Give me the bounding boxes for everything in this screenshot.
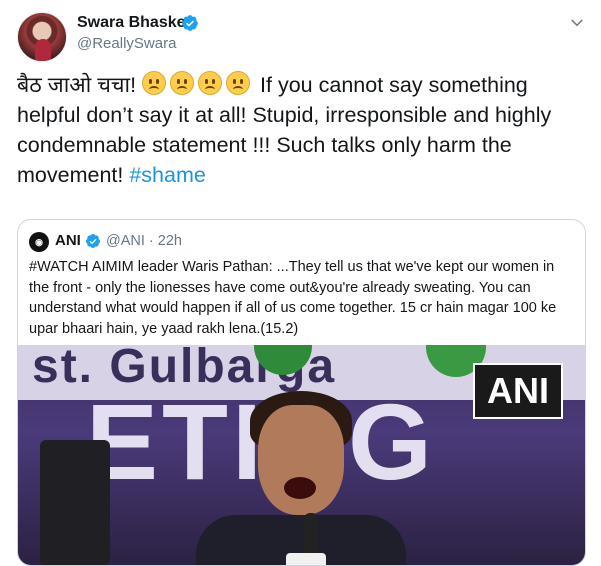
worried-face-emoji xyxy=(142,71,167,95)
quoted-author-name[interactable]: ANI xyxy=(55,232,81,249)
worried-face-emoji xyxy=(170,71,195,95)
quoted-tweet[interactable]: ◉ ANI @ANI · 22h #WATCH AIMIM leader War… xyxy=(17,219,586,566)
ani-watermark: ANI xyxy=(473,363,563,419)
quoted-meta[interactable]: @ANI · 22h xyxy=(106,233,182,249)
hashtag-link[interactable]: #shame xyxy=(129,163,206,187)
tweet-text-prefix: बैठ जाओ चचा! xyxy=(17,73,137,97)
chevron-down-icon[interactable] xyxy=(568,14,586,32)
speaker xyxy=(196,385,406,565)
tweet: Swara Bhasker @ReallySwara बैठ जाओ चचा! … xyxy=(0,0,601,566)
avatar[interactable] xyxy=(17,12,67,62)
camera xyxy=(40,440,110,565)
verified-badge-icon xyxy=(182,15,198,31)
author-handle[interactable]: @ReallySwara xyxy=(77,35,176,52)
ani-avatar[interactable]: ◉ xyxy=(29,232,49,252)
worried-face-emoji xyxy=(226,71,251,95)
video-thumbnail[interactable]: st. Gulbarga ETING ANI xyxy=(18,345,585,565)
tweet-text: बैठ जाओ चचा! If you cannot say something… xyxy=(17,70,587,190)
verified-badge-icon xyxy=(86,234,100,248)
worried-face-emoji xyxy=(198,71,223,95)
author-name[interactable]: Swara Bhasker xyxy=(77,14,192,32)
quoted-text: #WATCH AIMIM leader Waris Pathan: ...The… xyxy=(29,259,557,337)
